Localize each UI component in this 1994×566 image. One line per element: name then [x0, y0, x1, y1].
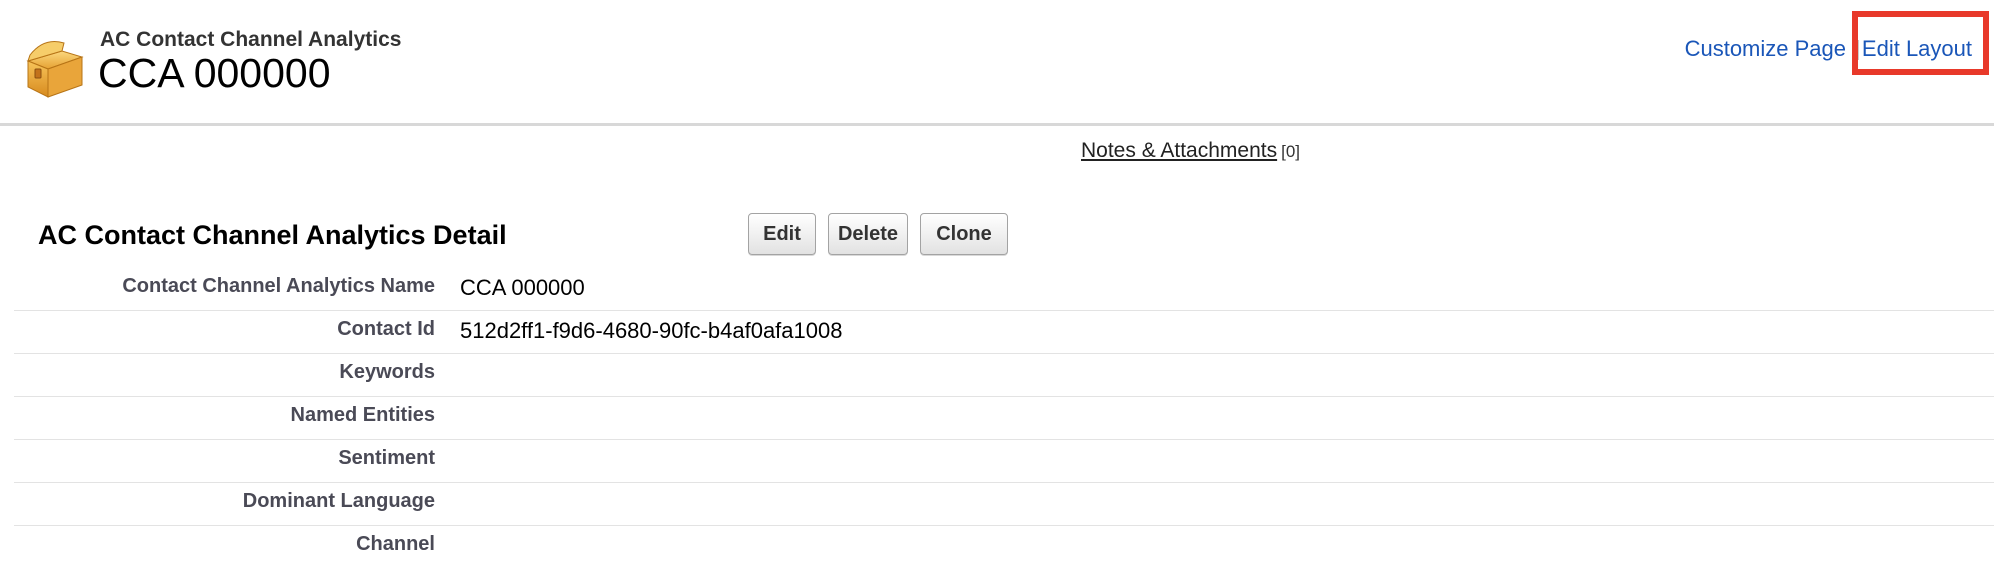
notes-attachments-link[interactable]: Notes & Attachments	[1081, 139, 1277, 162]
field-label: Channel	[356, 533, 435, 555]
edit-layout-highlight	[1852, 11, 1989, 75]
field-label: Named Entities	[290, 404, 435, 426]
page-header: AC Contact Channel Analytics CCA 000000 …	[0, 0, 1994, 126]
field-label: Dominant Language	[242, 490, 435, 512]
treasure-chest-icon	[26, 41, 84, 98]
field-label: Keywords	[339, 361, 435, 383]
record-detail-page: AC Contact Channel Analytics CCA 000000 …	[0, 0, 1994, 566]
field-label: Sentiment	[338, 447, 435, 469]
detail-fields: Contact Channel Analytics Name CCA 00000…	[14, 268, 1994, 566]
page-title: CCA 000000	[98, 50, 331, 96]
object-type-label: AC Contact Channel Analytics	[100, 28, 402, 51]
field-row: Channel	[14, 526, 1994, 566]
field-row: Contact Channel Analytics Name CCA 00000…	[14, 268, 1994, 311]
edit-button[interactable]: Edit	[748, 213, 816, 255]
field-value: CCA 000000	[460, 275, 585, 300]
notes-attachments-count: [0]	[1281, 142, 1301, 161]
field-row: Contact Id 512d2ff1-f9d6-4680-90fc-b4af0…	[14, 311, 1994, 354]
field-label: Contact Id	[337, 318, 435, 340]
field-value: 512d2ff1-f9d6-4680-90fc-b4af0afa1008	[460, 318, 843, 343]
field-row: Named Entities	[14, 397, 1994, 440]
delete-button[interactable]: Delete	[828, 213, 908, 255]
field-row: Dominant Language	[14, 483, 1994, 526]
field-row: Keywords	[14, 354, 1994, 397]
related-list-links: Notes & Attachments [0]	[1081, 139, 1300, 163]
field-label: Contact Channel Analytics Name	[122, 275, 435, 297]
field-row: Sentiment	[14, 440, 1994, 483]
detail-section-title: AC Contact Channel Analytics Detail	[38, 220, 507, 250]
customize-page-link[interactable]: Customize Page	[1685, 36, 1846, 62]
clone-button[interactable]: Clone	[920, 213, 1008, 255]
